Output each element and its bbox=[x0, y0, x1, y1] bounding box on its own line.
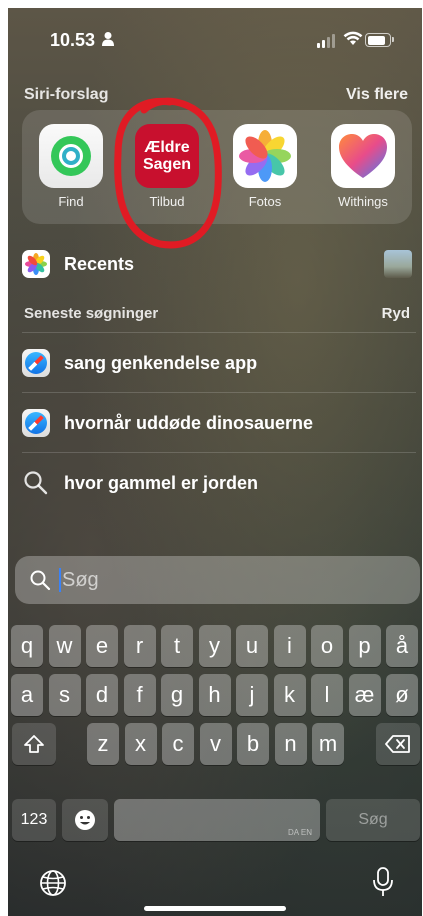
recent-search-item[interactable]: sang genkendelse app bbox=[22, 341, 412, 385]
find-my-icon bbox=[39, 124, 103, 188]
key-z[interactable]: z bbox=[87, 723, 119, 765]
recent-search-item[interactable]: hvor gammel er jorden bbox=[22, 461, 412, 505]
app-withings[interactable]: Withings bbox=[328, 124, 398, 209]
key-n[interactable]: n bbox=[274, 723, 307, 765]
key-v[interactable]: v bbox=[199, 723, 232, 765]
microphone-icon[interactable] bbox=[370, 866, 396, 903]
divider bbox=[22, 332, 416, 333]
recent-searches-title: Seneste søgninger bbox=[24, 305, 159, 322]
app-label: Withings bbox=[338, 194, 388, 209]
key-ø[interactable]: ø bbox=[386, 674, 418, 716]
key-y[interactable]: y bbox=[198, 625, 231, 667]
globe-icon[interactable] bbox=[38, 868, 68, 903]
siri-suggestions-title: Siri-forslag bbox=[24, 86, 109, 103]
key-p[interactable]: p bbox=[348, 625, 381, 667]
battery-icon bbox=[365, 33, 394, 47]
recent-search-text: hvor gammel er jorden bbox=[64, 472, 259, 493]
photo-thumbnail bbox=[384, 250, 412, 278]
key-f[interactable]: f bbox=[123, 674, 156, 716]
search-icon bbox=[24, 471, 48, 495]
home-indicator[interactable] bbox=[144, 906, 286, 911]
key-w[interactable]: w bbox=[48, 625, 81, 667]
key-r[interactable]: r bbox=[123, 625, 156, 667]
shift-icon bbox=[24, 735, 44, 753]
key-c[interactable]: c bbox=[162, 723, 194, 765]
key-d[interactable]: d bbox=[86, 674, 118, 716]
search-input[interactable]: Søg bbox=[15, 556, 420, 604]
key-b[interactable]: b bbox=[237, 723, 269, 765]
photos-icon bbox=[22, 250, 50, 278]
app-fotos[interactable]: Fotos bbox=[230, 124, 300, 209]
safari-icon bbox=[22, 409, 50, 437]
recents-row[interactable]: Recents bbox=[22, 242, 412, 286]
app-find[interactable]: Find bbox=[36, 124, 106, 209]
divider bbox=[22, 452, 416, 453]
app-tilbud[interactable]: Ældre Sagen Tilbud bbox=[132, 124, 202, 209]
key-u[interactable]: u bbox=[236, 625, 268, 667]
status-time: 10.53 bbox=[50, 30, 96, 50]
numbers-key[interactable]: 123 bbox=[12, 799, 56, 841]
keyboard: qwertyuiopå asdfghjklæø zxcvbnm 123 DA E… bbox=[8, 614, 422, 916]
space-key[interactable]: DA EN bbox=[114, 799, 320, 841]
recent-search-item[interactable]: hvornår uddøde dinosauerne bbox=[22, 401, 412, 445]
key-s[interactable]: s bbox=[48, 674, 81, 716]
text-caret bbox=[59, 568, 61, 592]
person-icon bbox=[102, 32, 114, 46]
key-m[interactable]: m bbox=[312, 723, 344, 765]
show-more-link[interactable]: Vis flere bbox=[346, 86, 408, 104]
clear-button[interactable]: Ryd bbox=[382, 305, 410, 322]
search-icon bbox=[30, 570, 51, 591]
app-label: Find bbox=[58, 194, 84, 209]
key-a[interactable]: a bbox=[11, 674, 43, 716]
search-go-key[interactable]: Søg bbox=[326, 799, 420, 841]
key-å[interactable]: å bbox=[386, 625, 418, 667]
backspace-key[interactable] bbox=[376, 723, 420, 765]
search-placeholder: Søg bbox=[62, 568, 99, 591]
cellular-signal-icon bbox=[317, 34, 335, 48]
shift-key[interactable] bbox=[12, 723, 56, 765]
spotlight-screen: 10.53 Siri-forslag Vis flere Find Ældre … bbox=[8, 8, 422, 916]
recent-search-text: sang genkendelse app bbox=[64, 352, 258, 373]
key-q[interactable]: q bbox=[11, 625, 43, 667]
key-k[interactable]: k bbox=[273, 674, 306, 716]
emoji-key[interactable] bbox=[62, 799, 108, 841]
key-j[interactable]: j bbox=[236, 674, 268, 716]
aeldre-sagen-icon: Ældre Sagen bbox=[135, 124, 199, 188]
divider bbox=[22, 392, 416, 393]
key-g[interactable]: g bbox=[161, 674, 193, 716]
recents-label: Recents bbox=[64, 253, 135, 274]
app-label: Fotos bbox=[248, 194, 282, 209]
key-æ[interactable]: æ bbox=[348, 674, 381, 716]
key-t[interactable]: t bbox=[161, 625, 193, 667]
recent-search-text: hvornår uddøde dinosauerne bbox=[64, 412, 314, 433]
safari-icon bbox=[22, 349, 50, 377]
keyboard-language-label: DA EN bbox=[287, 828, 312, 837]
siri-suggestions-panel: Find Ældre Sagen Tilbud Fotos Withings bbox=[22, 110, 412, 224]
wifi-icon bbox=[343, 31, 363, 45]
photos-icon bbox=[233, 124, 297, 188]
key-h[interactable]: h bbox=[198, 674, 231, 716]
key-o[interactable]: o bbox=[311, 625, 343, 667]
key-x[interactable]: x bbox=[124, 723, 157, 765]
backspace-icon bbox=[385, 735, 410, 753]
key-i[interactable]: i bbox=[273, 625, 306, 667]
key-l[interactable]: l bbox=[311, 674, 343, 716]
key-e[interactable]: e bbox=[86, 625, 118, 667]
emoji-icon bbox=[75, 810, 95, 830]
withings-heart-icon bbox=[331, 124, 395, 188]
app-label: Tilbud bbox=[149, 194, 185, 209]
